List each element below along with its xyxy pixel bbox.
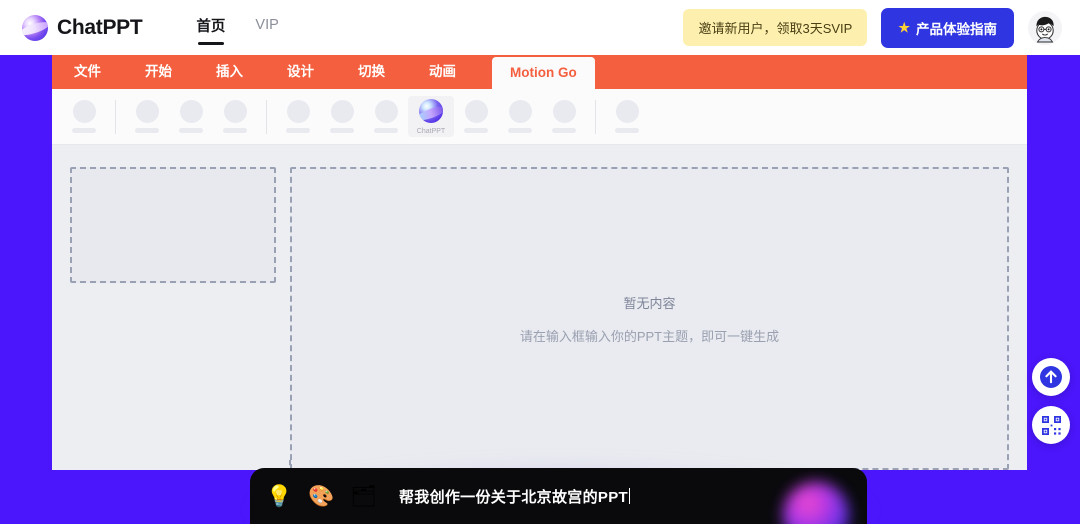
placeholder-icon — [464, 100, 488, 123]
brand-name: ChatPPT — [57, 15, 143, 39]
avatar-illustration-icon — [1028, 10, 1062, 45]
floating-action-stack — [1032, 358, 1070, 444]
qr-code-button[interactable] — [1032, 406, 1070, 444]
tool-group-1 — [62, 97, 106, 136]
empty-state-title: 暂无内容 — [623, 295, 676, 311]
palette-icon[interactable]: 🎨 — [308, 486, 334, 507]
tool-group-2 — [125, 97, 257, 136]
placeholder-label — [464, 128, 488, 133]
lightbulb-icon[interactable]: 💡 — [266, 486, 292, 507]
placeholder-label — [508, 128, 532, 133]
toolbar-placeholder-button[interactable] — [125, 97, 169, 136]
chatppt-icon — [419, 99, 443, 123]
placeholder-icon — [135, 100, 159, 123]
toolbar-placeholder-button[interactable] — [364, 97, 408, 136]
toolbar-placeholder-button[interactable] — [320, 97, 364, 136]
placeholder-label — [552, 128, 576, 133]
placeholder-icon — [286, 100, 310, 123]
header-actions: 邀请新用户，领取3天SVIP ★ 产品体验指南 — [683, 7, 1062, 48]
arrow-up-icon — [1040, 366, 1062, 388]
toolbar-separator — [266, 99, 267, 134]
star-icon: ★ — [898, 20, 910, 35]
empty-state-subtitle: 请在输入框输入你的PPT主题，即可一键生成 — [519, 328, 780, 344]
placeholder-icon — [508, 100, 532, 123]
toolbar-chatppt-button[interactable]: ChatPPT — [408, 96, 454, 137]
ribbon-tab-insert[interactable]: 插入 — [216, 60, 243, 89]
toolbar-placeholder-button[interactable] — [276, 97, 320, 136]
toolbar-placeholder-button[interactable] — [169, 97, 213, 136]
placeholder-icon — [72, 100, 96, 123]
toolbar-placeholder-button[interactable] — [454, 97, 498, 136]
scroll-to-top-button[interactable] — [1032, 358, 1070, 396]
ppt-editor-window: 文件 开始 插入 设计 切换 动画 Motion Go ChatPPT 暂无内容… — [52, 55, 1027, 470]
placeholder-icon — [552, 100, 576, 123]
ribbon-tab-bar: 文件 开始 插入 设计 切换 动画 Motion Go — [52, 55, 1027, 89]
ribbon-tab-home[interactable]: 开始 — [145, 60, 172, 89]
product-guide-button[interactable]: ★ 产品体验指南 — [881, 7, 1014, 48]
toolbar-separator — [115, 99, 116, 134]
placeholder-icon — [223, 100, 247, 123]
placeholder-label — [330, 128, 354, 133]
product-guide-label: 产品体验指南 — [916, 21, 997, 37]
placeholder-label — [374, 128, 398, 133]
placeholder-label — [72, 128, 96, 133]
text-caret — [628, 487, 631, 504]
placeholder-label — [286, 128, 310, 133]
prompt-input-value: 帮我创作一份关于北京故宫的PPT — [398, 488, 628, 506]
ai-orb-icon — [783, 482, 849, 524]
nav-item-home[interactable]: 首页 — [194, 11, 227, 45]
nav-item-vip[interactable]: VIP — [253, 13, 280, 42]
invite-button[interactable]: 邀请新用户，领取3天SVIP — [683, 9, 868, 46]
chatppt-logo-icon — [22, 14, 48, 41]
tool-group-3: ChatPPT — [276, 96, 586, 137]
placeholder-icon — [179, 100, 203, 123]
tool-group-4 — [605, 97, 649, 136]
placeholder-icon — [374, 100, 398, 123]
slide-thumbnail-panel[interactable] — [70, 167, 276, 283]
main-nav: 首页 VIP — [194, 0, 280, 55]
placeholder-label — [179, 128, 203, 133]
prompt-input-bar[interactable]: 💡 🎨 🗂 帮我创作一份关于北京故宫的PPT — [250, 468, 867, 524]
placeholder-label — [615, 128, 639, 133]
ribbon-tab-motion-go[interactable]: Motion Go — [492, 57, 595, 89]
qr-code-icon — [1041, 415, 1061, 435]
avatar[interactable] — [1028, 10, 1062, 45]
ribbon-tab-design[interactable]: 设计 — [287, 60, 314, 89]
file-upload-icon[interactable]: 🗂 — [350, 486, 377, 507]
placeholder-icon — [615, 100, 639, 123]
toolbar-placeholder-button[interactable] — [605, 97, 649, 136]
placeholder-label — [135, 128, 159, 133]
placeholder-icon — [330, 100, 354, 123]
brand[interactable]: ChatPPT — [22, 14, 143, 41]
ribbon-tab-file[interactable]: 文件 — [74, 60, 101, 89]
editor-body: 暂无内容 请在输入框输入你的PPT主题，即可一键生成 — [52, 145, 1027, 470]
toolbar-placeholder-button[interactable] — [542, 97, 586, 136]
toolbar-chatppt-label: ChatPPT — [416, 128, 446, 135]
toolbar-separator — [595, 99, 596, 134]
slide-canvas[interactable]: 暂无内容 请在输入框输入你的PPT主题，即可一键生成 — [290, 167, 1009, 470]
ribbon-tab-transition[interactable]: 切换 — [358, 60, 385, 89]
toolbar-placeholder-button[interactable] — [62, 97, 106, 136]
prompt-input-field[interactable]: 帮我创作一份关于北京故宫的PPT — [398, 486, 631, 507]
prompt-tool-icons: 💡 🎨 🗂 — [266, 486, 377, 507]
ribbon-tab-animation[interactable]: 动画 — [429, 60, 456, 89]
ribbon-toolbar: ChatPPT — [52, 89, 1027, 145]
placeholder-label — [223, 128, 247, 133]
top-header: ChatPPT 首页 VIP 邀请新用户，领取3天SVIP ★ 产品体验指南 — [0, 0, 1080, 55]
toolbar-placeholder-button[interactable] — [213, 97, 257, 136]
toolbar-placeholder-button[interactable] — [498, 97, 542, 136]
